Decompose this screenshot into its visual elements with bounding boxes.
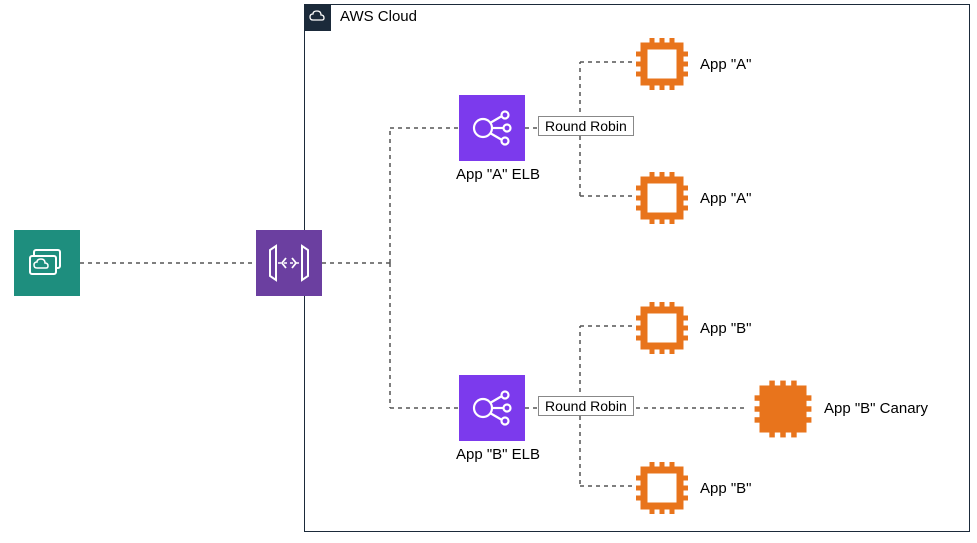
aws-cloud-icon: [305, 5, 331, 31]
chip-icon: [630, 32, 694, 96]
app-a1-label: App "A": [700, 56, 752, 73]
app-b2-node: [630, 456, 694, 520]
elb-b-label: App "B" ELB: [456, 446, 540, 463]
app-b1-node: [630, 296, 694, 360]
elb-b-node: [459, 375, 525, 441]
api-gateway-icon: [256, 230, 322, 296]
app-a1-node: [630, 32, 694, 96]
elb-a-icon: [459, 95, 525, 161]
api-gateway-node: [256, 230, 322, 296]
elb-b-icon: [459, 375, 525, 441]
aws-cloud-title: AWS Cloud: [340, 8, 417, 25]
app-b1-label: App "B": [700, 320, 752, 337]
elb-a-round-robin-label: Round Robin: [538, 116, 634, 136]
chip-icon-filled: [748, 374, 818, 444]
app-a2-label: App "A": [700, 190, 752, 207]
client-icon: [14, 230, 80, 296]
elb-b-round-robin-label: Round Robin: [538, 396, 634, 416]
elb-a-node: [459, 95, 525, 161]
app-b-canary-node: [748, 374, 818, 444]
chip-icon: [630, 296, 694, 360]
elb-a-label: App "A" ELB: [456, 166, 540, 183]
chip-icon: [630, 456, 694, 520]
app-a2-node: [630, 166, 694, 230]
chip-icon: [630, 166, 694, 230]
app-b-canary-label: App "B" Canary: [824, 400, 928, 417]
client-node: [14, 230, 80, 296]
app-b2-label: App "B": [700, 480, 752, 497]
